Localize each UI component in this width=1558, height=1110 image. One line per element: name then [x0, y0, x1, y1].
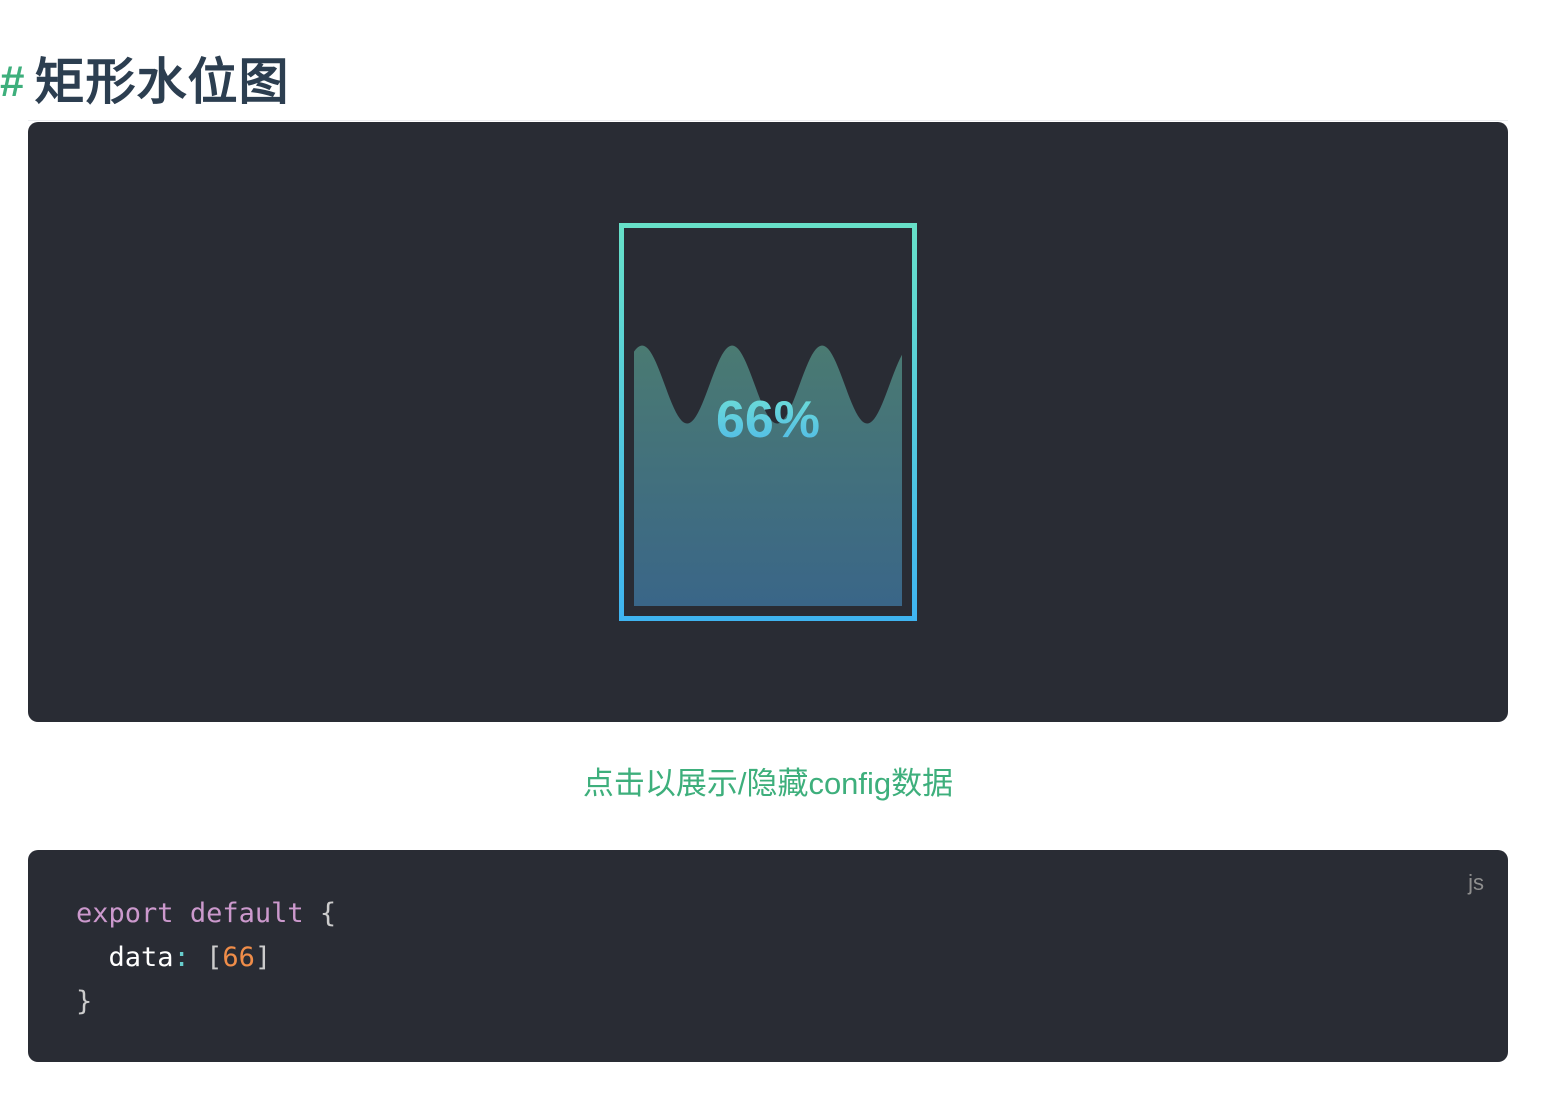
page: # 矩形水位图 66% 点击以展示/隐藏config数据 js export d…	[0, 0, 1558, 1110]
heading-anchor-link[interactable]: #	[0, 50, 24, 114]
code-property-data: data	[108, 942, 174, 973]
section-heading: # 矩形水位图	[0, 44, 289, 114]
heading-divider	[28, 120, 1508, 121]
code-bracket-open: [	[206, 942, 223, 973]
water-level-label: 66%	[716, 391, 820, 449]
code-language-label: js	[1468, 870, 1484, 895]
water-wave-fill	[634, 345, 902, 606]
code-number-value: 66	[222, 942, 255, 973]
code-brace-close: }	[76, 986, 93, 1017]
page-title: 矩形水位图	[34, 54, 290, 110]
code-content: export default { data: [66] }	[76, 892, 336, 1024]
code-block: js export default { data: [66] }	[28, 850, 1508, 1062]
code-brace-open: {	[319, 898, 337, 929]
code-colon: :	[173, 942, 190, 973]
toggle-config-link[interactable]: 点击以展示/隐藏config数据	[0, 762, 1536, 806]
chart-demo-panel: 66%	[28, 122, 1508, 722]
water-level-chart: 66%	[619, 223, 917, 621]
code-bracket-close: ]	[254, 942, 272, 973]
code-keyword-export: export	[76, 898, 174, 929]
code-keyword-default: default	[189, 898, 304, 929]
